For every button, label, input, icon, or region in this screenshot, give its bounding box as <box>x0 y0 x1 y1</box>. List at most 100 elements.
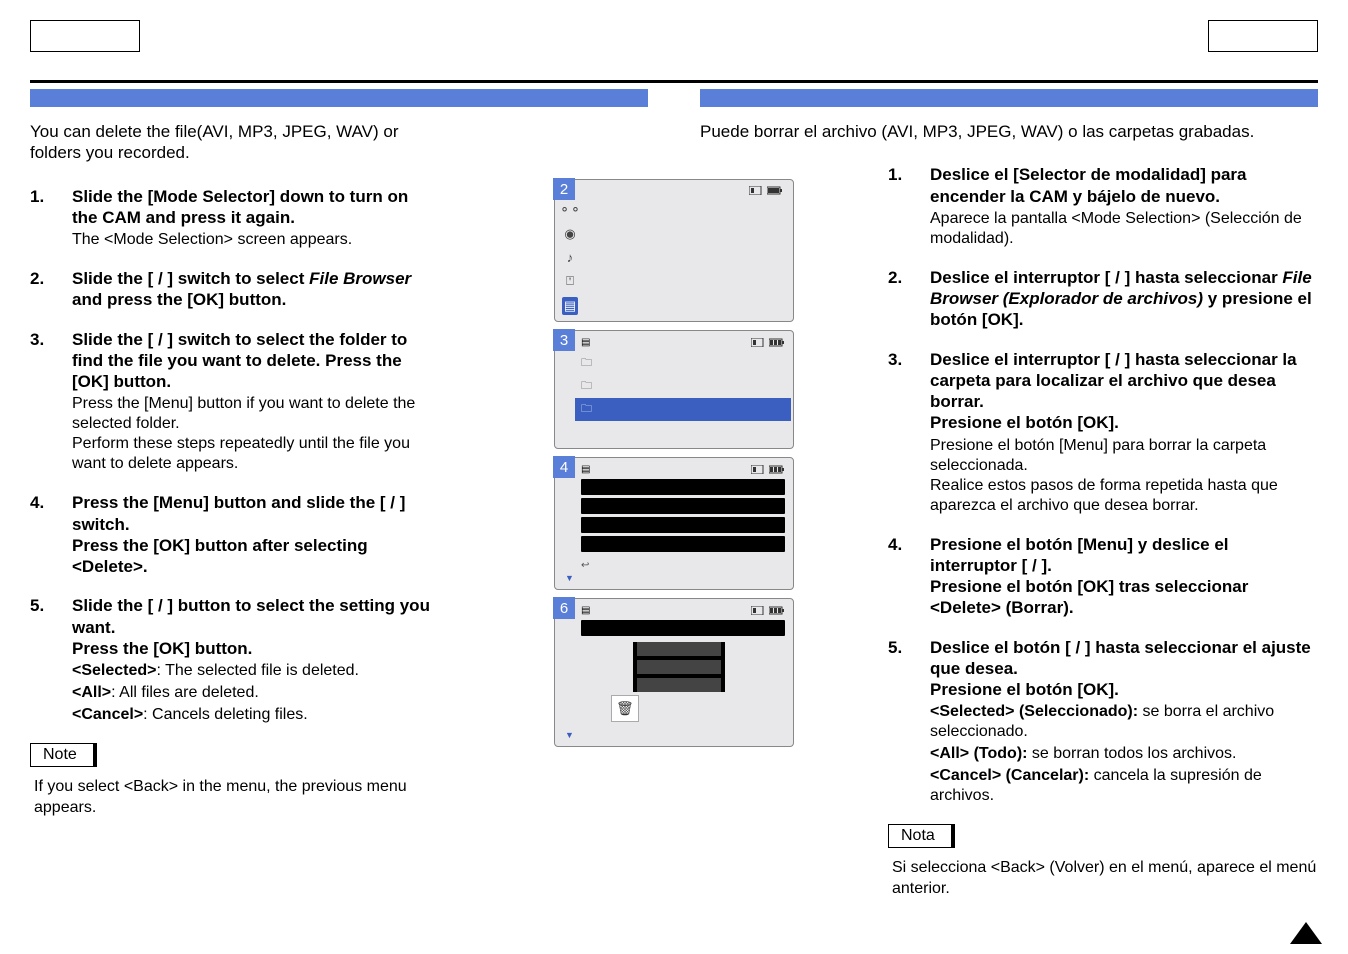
note-label: Nota <box>888 824 955 848</box>
step-main-c: and press the [OK] button. <box>72 290 286 309</box>
battery-icon <box>769 606 785 615</box>
file-icon: ▤ <box>581 337 590 348</box>
step-1: 1. Slide the [Mode Selector] down to tur… <box>30 186 430 251</box>
step-main: Deslice el botón [ / ] hasta seleccionar… <box>930 638 1311 700</box>
step-sub: The <Mode Selection> screen appears. <box>72 230 430 250</box>
step-main: Press the [Menu] button and slide the [ … <box>72 493 405 576</box>
step-number: 1. <box>30 186 52 251</box>
step-2: 2. Deslice el interruptor [ / ] hasta se… <box>888 267 1318 331</box>
file-icon: ▤ <box>581 464 590 475</box>
folder-icon: 🗀 <box>581 354 595 373</box>
sub-all: <All>: All files are deleted. <box>72 683 430 703</box>
step-main: Presione el botón [Menu] y deslice el in… <box>930 535 1248 618</box>
steps-list-right: 1. Deslice el [Selector de modalidad] pa… <box>888 164 1318 806</box>
step-5: 5. Deslice el botón [ / ] hasta seleccio… <box>888 637 1318 807</box>
step-number: 1. <box>888 164 910 249</box>
card-icon <box>749 186 763 195</box>
step-number: 4. <box>888 534 910 619</box>
menu-item <box>581 517 785 533</box>
step-sub: Aparece la pantalla <Mode Selection> (Se… <box>930 209 1318 249</box>
step-2: 2. Slide the [ / ] switch to select File… <box>30 268 430 311</box>
note-label: Note <box>30 743 97 767</box>
sub-all: <All> (Todo): se borran todos los archiv… <box>930 744 1318 764</box>
note-block-right: Nota Si selecciona <Back> (Volver) en el… <box>888 824 1318 900</box>
step-4: 4. Press the [Menu] button and slide the… <box>30 492 430 577</box>
panel-tag-4: 4 <box>553 456 575 478</box>
step-number: 2. <box>30 268 52 311</box>
step-4: 4. Presione el botón [Menu] y deslice el… <box>888 534 1318 619</box>
camera-icon: ◉ <box>564 226 575 242</box>
sub-selected: <Selected> (Seleccionado): se borra el a… <box>930 702 1318 742</box>
mic-icon: ⍞ <box>566 273 574 289</box>
step-1: 1. Deslice el [Selector de modalidad] pa… <box>888 164 1318 249</box>
panel-tag-3: 3 <box>553 329 575 351</box>
battery-icon <box>769 338 785 347</box>
step-5: 5. Slide the [ / ] button to select the … <box>30 595 430 725</box>
menu-item <box>581 536 785 552</box>
manual-page: You can delete the file(AVI, MP3, JPEG, … <box>30 20 1318 934</box>
heading-bar-right <box>700 89 1318 107</box>
step-number: 4. <box>30 492 52 577</box>
video-icon: ⚬⚬ <box>559 202 581 218</box>
status-bar <box>581 186 785 195</box>
step-main-a: Deslice el interruptor [ / ] hasta selec… <box>930 268 1282 287</box>
menu-item <box>581 620 785 636</box>
step-main-b: File Browser <box>309 269 411 288</box>
step-number: 3. <box>888 349 910 516</box>
card-icon <box>751 338 765 347</box>
heading-bar-left <box>30 89 648 107</box>
steps-list-left: 1. Slide the [Mode Selector] down to tur… <box>30 186 430 726</box>
folder-row: 🗀 <box>581 375 785 398</box>
back-icon: ↩ <box>581 560 589 571</box>
step-number: 5. <box>30 595 52 725</box>
chevron-down-icon: ▼ <box>565 573 785 583</box>
step-3: 3. Slide the [ / ] switch to select the … <box>30 329 430 475</box>
music-icon: ♪ <box>567 250 574 265</box>
chevron-down-icon: ▼ <box>565 730 785 740</box>
rule <box>30 80 1318 83</box>
folder-icon: 🗀 <box>581 377 595 396</box>
step-main-a: Slide the [ / ] switch to select <box>72 269 309 288</box>
step-main: Slide the [Mode Selector] down to turn o… <box>72 187 408 227</box>
page-arrow-icon <box>1290 922 1322 944</box>
top-left-box <box>30 20 140 52</box>
chevron-down-icon: ▼ <box>565 305 785 315</box>
option-block <box>633 642 725 692</box>
battery-icon <box>769 465 785 474</box>
trash-icon: 🗑 <box>611 695 639 722</box>
card-icon <box>751 465 765 474</box>
card-icon <box>751 606 765 615</box>
folder-icon: 🗀 <box>581 400 595 419</box>
step-main: Slide the [ / ] button to select the set… <box>72 596 430 658</box>
device-screen-4: 4 ▤ ↩ ▼ <box>554 457 794 590</box>
note-text: Si selecciona <Back> (Volver) en el menú… <box>888 858 1318 900</box>
file-icon: ▤ <box>581 605 590 616</box>
step-sub: Press the [Menu] button if you want to d… <box>72 394 430 474</box>
menu-item <box>581 479 785 495</box>
panel-tag-6: 6 <box>553 597 575 619</box>
two-column-layout: You can delete the file(AVI, MP3, JPEG, … <box>30 89 1318 934</box>
device-screen-6: 6 ▤ 🗑 ▼ <box>554 598 794 747</box>
menu-item <box>581 498 785 514</box>
note-block-left: Note If you select <Back> in the menu, t… <box>30 743 430 819</box>
step-main: Slide the [ / ] switch to select the fol… <box>72 330 407 392</box>
intro-text-left: You can delete the file(AVI, MP3, JPEG, … <box>30 121 430 164</box>
mode-icon-strip: ⚬⚬ ◉ ♪ ⍞ ▤ <box>561 202 579 315</box>
step-3: 3. Deslice el interruptor [ / ] hasta se… <box>888 349 1318 516</box>
step-main: Deslice el [Selector de modalidad] para … <box>930 165 1247 205</box>
sub-selected: <Selected>: The selected file is deleted… <box>72 661 430 681</box>
sub-cancel: <Cancel>: Cancels deleting files. <box>72 705 430 725</box>
panel-tag-2: 2 <box>553 178 575 200</box>
sub-cancel: <Cancel> (Cancelar): cancela la supresió… <box>930 766 1318 806</box>
step-sub: Presione el botón [Menu] para borrar la … <box>930 436 1318 516</box>
device-screen-3: 3 ▤ 🗀 🗀 🗀 <box>554 330 794 449</box>
folder-row-selected: 🗀 <box>575 398 791 421</box>
top-right-box <box>1208 20 1318 52</box>
battery-icon <box>767 186 783 195</box>
intro-text-right: Puede borrar el archivo (AVI, MP3, JPEG,… <box>700 121 1318 142</box>
folder-row: 🗀 <box>581 352 785 375</box>
note-text: If you select <Back> in the menu, the pr… <box>30 777 430 819</box>
header-frame <box>30 20 1318 70</box>
step-main: Deslice el interruptor [ / ] hasta selec… <box>930 350 1297 433</box>
step-number: 2. <box>888 267 910 331</box>
